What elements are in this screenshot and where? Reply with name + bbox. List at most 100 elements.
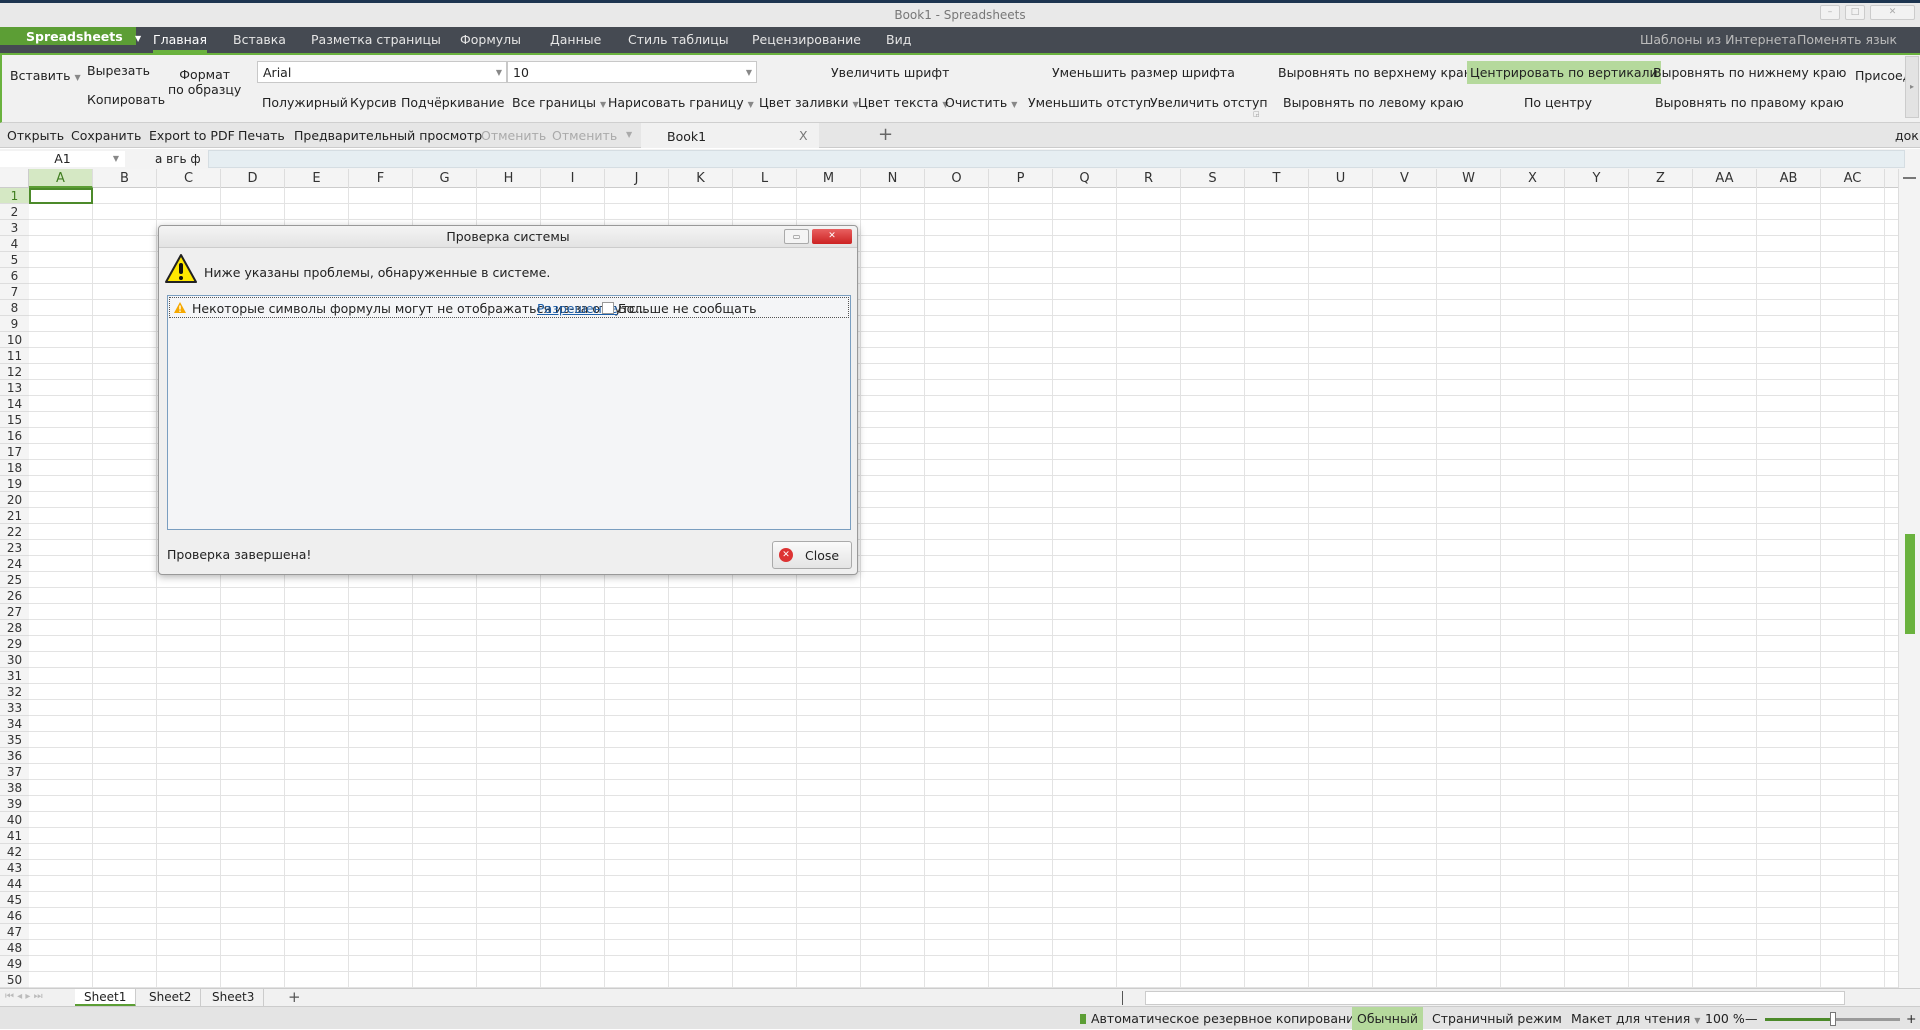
problem-list[interactable]: Некоторые символы формулы могут не отобр… [167, 295, 851, 530]
reading-layout-button[interactable]: Макет для чтения ▼ [1571, 1011, 1700, 1026]
close-button[interactable]: ✕ Close [772, 541, 852, 569]
column-header-A[interactable]: A [29, 169, 93, 188]
page-mode-button[interactable]: Страничный режим [1432, 1011, 1562, 1026]
row-header-9[interactable]: 9 [0, 316, 29, 332]
row-header-26[interactable]: 26 [0, 588, 29, 604]
row-header-39[interactable]: 39 [0, 796, 29, 812]
selected-cell-a1[interactable] [29, 188, 93, 204]
column-header-E[interactable]: E [285, 169, 349, 188]
row-header-37[interactable]: 37 [0, 764, 29, 780]
undo-button[interactable]: Отменить [481, 128, 546, 143]
row-header-27[interactable]: 27 [0, 604, 29, 620]
row-header-6[interactable]: 6 [0, 268, 29, 284]
row-header-25[interactable]: 25 [0, 572, 29, 588]
row-header-14[interactable]: 14 [0, 396, 29, 412]
auto-backup-button[interactable]: Автоматическое резервное копирование [1091, 1011, 1362, 1026]
increase-indent-button[interactable]: Увеличить отступ [1150, 95, 1268, 110]
sheet-tab-sheet1[interactable]: Sheet1 [75, 989, 137, 1007]
chevron-down-icon[interactable]: ▼ [626, 130, 632, 139]
column-header-AC[interactable]: AC [1821, 169, 1885, 188]
column-header-W[interactable]: W [1437, 169, 1501, 188]
column-header-M[interactable]: M [797, 169, 861, 188]
column-header-T[interactable]: T [1245, 169, 1309, 188]
clear-button[interactable]: Очистить ▼ [945, 95, 1017, 110]
normal-view-button[interactable]: Обычный [1352, 1007, 1423, 1030]
bold-button[interactable]: Полужирный [262, 95, 348, 110]
row-header-1[interactable]: 1 [0, 188, 29, 204]
column-header-Z[interactable]: Z [1629, 169, 1693, 188]
row-header-16[interactable]: 16 [0, 428, 29, 444]
row-header-42[interactable]: 42 [0, 844, 29, 860]
save-button[interactable]: Сохранить [71, 128, 141, 143]
row-header-22[interactable]: 22 [0, 524, 29, 540]
row-header-10[interactable]: 10 [0, 332, 29, 348]
list-item[interactable]: Некоторые символы формулы могут не отобр… [169, 297, 849, 318]
tab-home[interactable]: Главная [153, 32, 207, 53]
column-header-AB[interactable]: AB [1757, 169, 1821, 188]
new-tab-button[interactable]: + [878, 124, 893, 145]
print-preview-button[interactable]: Предварительный просмотр [294, 128, 482, 143]
row-header-3[interactable]: 3 [0, 220, 29, 236]
center-vertical-button[interactable]: Центрировать по вертикали [1467, 61, 1661, 84]
add-sheet-button[interactable]: + [288, 988, 301, 1006]
row-header-33[interactable]: 33 [0, 700, 29, 716]
tab-table-style[interactable]: Стиль таблицы [628, 32, 729, 47]
row-header-35[interactable]: 35 [0, 732, 29, 748]
row-header-4[interactable]: 4 [0, 236, 29, 252]
export-pdf-button[interactable]: Export to PDF [149, 128, 235, 143]
decrease-indent-button[interactable]: Уменьшить отступ [1028, 95, 1151, 110]
column-header-N[interactable]: N [861, 169, 925, 188]
column-header-G[interactable]: G [413, 169, 477, 188]
column-header-Q[interactable]: Q [1053, 169, 1117, 188]
column-header-P[interactable]: P [989, 169, 1053, 188]
change-language-link[interactable]: Поменять язык [1797, 32, 1897, 47]
draw-border-button[interactable]: Нарисовать границу ▼ [608, 95, 754, 110]
column-header-Y[interactable]: Y [1565, 169, 1629, 188]
vertical-scrollbar[interactable] [1898, 169, 1920, 988]
row-header-49[interactable]: 49 [0, 956, 29, 972]
ribbon-scroll-right-button[interactable]: ▸ [1905, 56, 1919, 118]
column-header-O[interactable]: O [925, 169, 989, 188]
row-header-46[interactable]: 46 [0, 908, 29, 924]
row-header-44[interactable]: 44 [0, 876, 29, 892]
doc-overflow-label[interactable]: док [1895, 128, 1919, 143]
row-header-18[interactable]: 18 [0, 460, 29, 476]
select-all-corner[interactable] [0, 169, 29, 188]
cut-button[interactable]: Вырезать [87, 63, 150, 78]
text-color-button[interactable]: Цвет текста ▼ [858, 95, 949, 110]
row-header-11[interactable]: 11 [0, 348, 29, 364]
row-header-17[interactable]: 17 [0, 444, 29, 460]
sheet-tab-sheet2[interactable]: Sheet2 [140, 989, 202, 1007]
minimize-button[interactable]: – [1820, 5, 1840, 20]
row-header-29[interactable]: 29 [0, 636, 29, 652]
name-box[interactable]: A1 ▼ [0, 151, 125, 167]
formula-input[interactable] [208, 150, 1905, 168]
font-family-select[interactable]: Arial ▼ [257, 61, 507, 83]
row-header-31[interactable]: 31 [0, 668, 29, 684]
zoom-slider[interactable] [1765, 1012, 1900, 1026]
sheet-nav-arrows-icon[interactable]: ⏮ ◂ ▸ ⏭ [5, 991, 43, 1002]
dialog-restore-button[interactable]: ▭ [784, 229, 809, 244]
row-header-19[interactable]: 19 [0, 476, 29, 492]
column-header-B[interactable]: B [93, 169, 157, 188]
row-header-32[interactable]: 32 [0, 684, 29, 700]
row-header-50[interactable]: 50 [0, 972, 29, 988]
align-bottom-button[interactable]: Выровнять по нижнему краю [1653, 65, 1846, 80]
italic-button[interactable]: Курсив [350, 95, 397, 110]
column-header-AA[interactable]: AA [1693, 169, 1757, 188]
row-header-12[interactable]: 12 [0, 364, 29, 380]
column-header-X[interactable]: X [1501, 169, 1565, 188]
decrease-font-button[interactable]: Уменьшить размер шрифта [1052, 65, 1235, 80]
row-header-2[interactable]: 2 [0, 204, 29, 220]
splitter[interactable] [1122, 991, 1123, 1005]
online-templates-link[interactable]: Шаблоны из Интернета [1640, 32, 1796, 47]
tab-review[interactable]: Рецензирование [752, 32, 861, 47]
row-header-38[interactable]: 38 [0, 780, 29, 796]
column-header-U[interactable]: U [1309, 169, 1373, 188]
column-header-F[interactable]: F [349, 169, 413, 188]
row-header-21[interactable]: 21 [0, 508, 29, 524]
row-header-34[interactable]: 34 [0, 716, 29, 732]
center-button[interactable]: По центру [1524, 95, 1592, 110]
close-tab-icon[interactable]: X [799, 128, 808, 143]
column-header-R[interactable]: R [1117, 169, 1181, 188]
